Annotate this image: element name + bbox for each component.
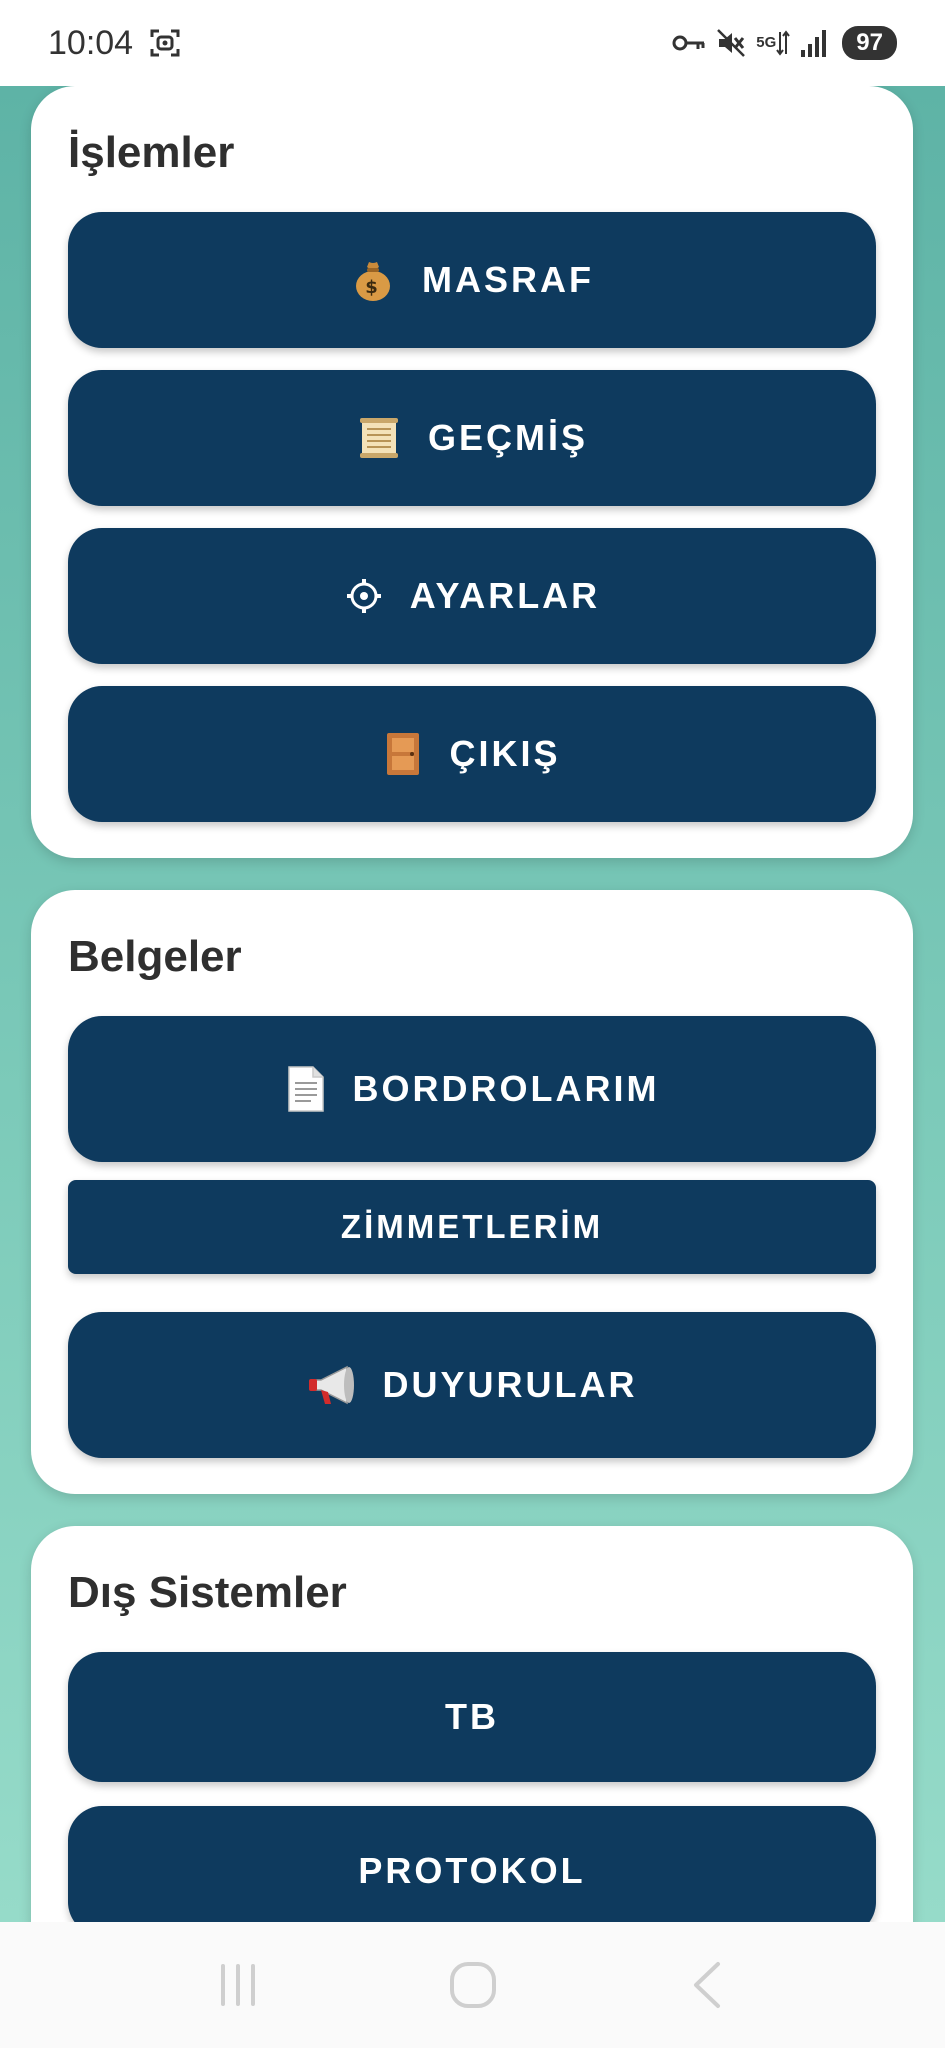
zimmetlerim-button[interactable]: ZİMMETLERİM: [68, 1180, 876, 1274]
home-icon: [449, 1962, 496, 2008]
vpn-key-icon: [672, 32, 706, 54]
mobile-data-icon: 5G: [756, 28, 791, 58]
signal-icon: [800, 28, 828, 58]
status-time: 10:04: [48, 23, 134, 62]
network-type-label: 5G: [756, 34, 777, 51]
status-right: 5G 97: [672, 26, 897, 60]
bordrolarim-label: BORDROLARIM: [352, 1068, 660, 1109]
card-title: Belgeler: [68, 932, 242, 981]
megaphone-icon: [307, 1362, 357, 1408]
masraf-button[interactable]: $ MASRAF: [68, 212, 876, 348]
back-icon: [693, 1962, 720, 2008]
main-content[interactable]: İşlemler $ MASRAF GEÇMİŞ AYARLAR ÇIKIŞ B…: [0, 86, 945, 1922]
ayarlar-label: AYARLAR: [409, 575, 601, 616]
cikis-button[interactable]: ÇIKIŞ: [68, 686, 876, 822]
battery-level: 97: [842, 26, 897, 60]
card-dis-sistemler: Dış Sistemler TB PROTOKOL: [31, 1526, 913, 1922]
gecmis-label: GEÇMİŞ: [427, 417, 588, 458]
zimmetlerim-label: ZİMMETLERİM: [340, 1208, 604, 1245]
back-button[interactable]: [668, 1945, 748, 2025]
svg-text:$: $: [365, 277, 381, 298]
status-left: 10:04: [48, 24, 181, 63]
protokol-button[interactable]: PROTOKOL: [68, 1806, 876, 1922]
tb-label: TB: [445, 1696, 499, 1737]
protokol-label: PROTOKOL: [358, 1850, 586, 1891]
money-bag-icon: $: [350, 257, 396, 303]
card-title: İşlemler: [68, 128, 235, 177]
bordrolarim-button[interactable]: BORDROLARIM: [68, 1016, 876, 1162]
document-icon: [285, 1065, 327, 1113]
card-belgeler: Belgeler BORDROLARIM ZİMMETLERİM DUYURUL…: [31, 890, 913, 1494]
card-title: Dış Sistemler: [68, 1568, 347, 1617]
masraf-label: MASRAF: [422, 259, 594, 300]
duyurular-label: DUYURULAR: [382, 1364, 638, 1405]
recent-apps-button[interactable]: [198, 1945, 278, 2025]
mute-icon: [716, 28, 746, 58]
card-islemler: İşlemler $ MASRAF GEÇMİŞ AYARLAR ÇIKIŞ: [31, 86, 913, 858]
duyurular-button[interactable]: DUYURULAR: [68, 1312, 876, 1458]
recent-apps-icon: [220, 1964, 255, 2006]
scroll-icon: [356, 415, 402, 461]
home-button[interactable]: [433, 1945, 513, 2025]
cikis-label: ÇIKIŞ: [449, 733, 561, 774]
gear-icon: [344, 576, 384, 616]
system-nav-bar: [0, 1922, 945, 2048]
screenshot-icon: [149, 27, 181, 59]
ayarlar-button[interactable]: AYARLAR: [68, 528, 876, 664]
door-icon: [383, 731, 423, 777]
status-bar: 10:04 5G 97: [0, 0, 945, 86]
tb-button[interactable]: TB: [68, 1652, 876, 1782]
gecmis-button[interactable]: GEÇMİŞ: [68, 370, 876, 506]
